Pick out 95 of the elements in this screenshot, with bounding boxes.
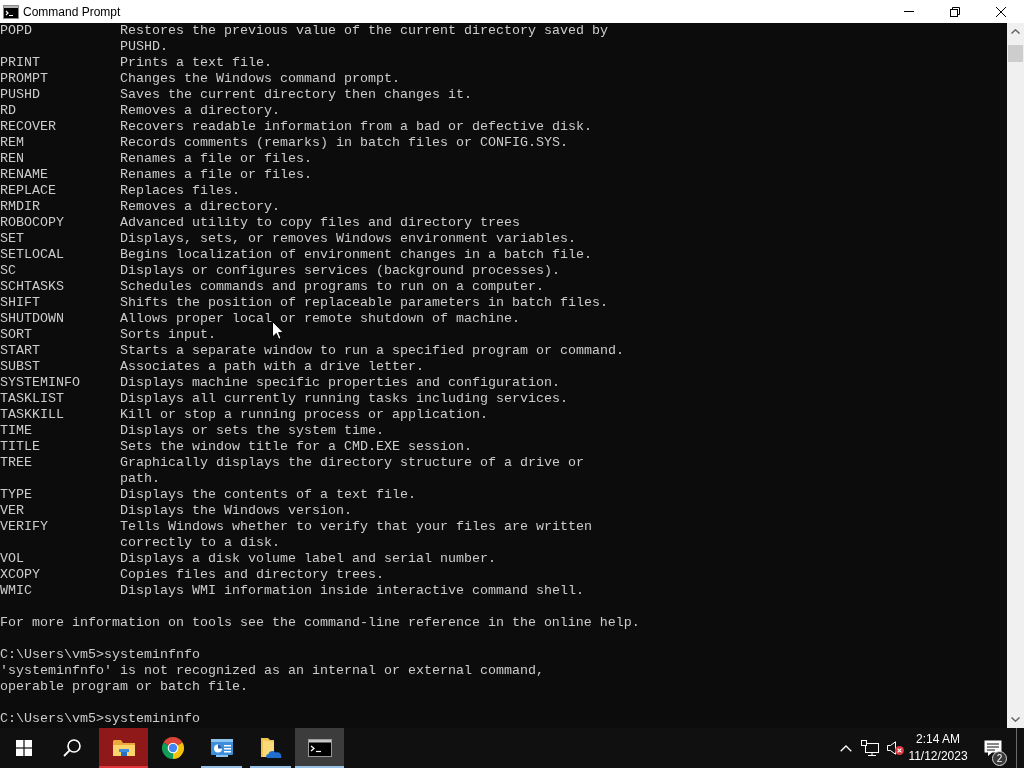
command-description: Sorts input. <box>120 327 216 343</box>
command-name: SCHTASKS <box>0 279 64 295</box>
clock-time: 2:14 AM <box>916 731 960 748</box>
command-name: SETLOCAL <box>0 247 64 263</box>
command-name: PUSHD <box>0 87 40 103</box>
window-title: Command Prompt <box>23 4 121 19</box>
command-name: TASKKILL <box>0 407 64 423</box>
command-description: Saves the current directory then changes it. <box>120 87 472 103</box>
command-name: START <box>0 343 40 359</box>
taskbar-button[interactable] <box>99 728 148 768</box>
command-description: Changes the Windows command prompt. <box>120 71 400 87</box>
notification-count: 2 <box>992 751 1007 766</box>
chevron-up-icon <box>1011 29 1020 34</box>
command-description: Kill or stop a running process or application. <box>120 407 488 423</box>
terminal-icon <box>307 739 332 757</box>
command-name: TREE <box>0 455 32 472</box>
dashboard-icon <box>210 739 233 757</box>
command-name: PRINT <box>0 55 40 71</box>
scrollbar-thumb[interactable] <box>1008 45 1023 62</box>
command-name: XCOPY <box>0 567 40 583</box>
command-description: Displays a disk volume label and serial number. <box>120 551 496 567</box>
command-input-line: C:\Users\vm5>systeminfnfo <box>0 647 200 663</box>
command-description: Sets the window title for a CMD.EXE session. <box>120 439 472 455</box>
command-name: VOL <box>0 551 24 567</box>
browser-icon <box>160 736 185 760</box>
command-name: RMDIR <box>0 199 40 215</box>
command-description: Schedules commands and programs to run on a computer. <box>120 279 544 295</box>
command-name: VER <box>0 503 24 519</box>
folder-cloud-icon <box>259 737 282 759</box>
command-name: TASKLIST <box>0 391 64 407</box>
command-input-line: C:\Users\vm5>systemininfo <box>0 711 200 727</box>
chevron-up-icon <box>840 744 852 752</box>
command-description: Removes a directory. <box>120 103 280 119</box>
chevron-down-icon <box>1011 717 1020 722</box>
command-name: WMIC <box>0 583 32 599</box>
clock-date: 11/12/2023 <box>908 748 968 765</box>
command-description: Displays machine specific properties and configuration. <box>120 375 560 391</box>
command-name: REN <box>0 151 24 167</box>
command-name: SET <box>0 231 24 247</box>
restore-icon <box>950 6 960 17</box>
command-description: Displays or sets the system time. <box>120 423 384 439</box>
command-name: TYPE <box>0 487 32 503</box>
command-description: Allows proper local or remote shutdown of machine. <box>120 311 520 327</box>
command-name: SYSTEMINFO <box>0 375 80 391</box>
network-icon <box>861 740 879 756</box>
command-description: Starts a separate window to run a specified program or command. <box>120 343 624 359</box>
taskbar-button[interactable] <box>295 728 344 768</box>
action-center-button[interactable]: 2 <box>970 728 1016 768</box>
command-description: Displays the contents of a text file. <box>120 487 416 503</box>
command-description: Copies files and directory trees. <box>120 567 384 583</box>
minimize-icon <box>904 11 914 12</box>
command-name: SHIFT <box>0 295 40 311</box>
command-name: SC <box>0 263 16 279</box>
command-description: Graphically displays the directory structure of a drive or path. <box>120 455 584 487</box>
search-icon <box>63 739 81 757</box>
help-footer-text: For more information on tools see the command-line reference in the online help. <box>0 615 640 631</box>
command-description: Displays WMI information inside interactive command shell. <box>120 583 584 599</box>
command-description: Tells Windows whether to verify that your files are written correctly to a disk. <box>120 519 592 551</box>
command-name: ROBOCOPY <box>0 215 64 231</box>
error-message: 'systeminfnfo' is not recognized as an internal or external command, operable program or batch file. <box>0 663 544 695</box>
command-name: REPLACE <box>0 183 56 199</box>
command-name: POPD <box>0 23 32 40</box>
command-name: RENAME <box>0 167 48 183</box>
command-name: VERIFY <box>0 519 48 536</box>
terminal-icon <box>3 4 19 19</box>
command-description: Recovers readable information from a bad or defective disk. <box>120 119 592 135</box>
command-name: PROMPT <box>0 71 48 87</box>
command-name: REM <box>0 135 24 151</box>
mouse-pointer-icon <box>272 321 284 340</box>
command-description: Records comments (remarks) in batch files or CONFIG.SYS. <box>120 135 568 151</box>
command-description: Begins localization of environment changes in a batch file. <box>120 247 592 263</box>
command-description: Shifts the position of replaceable parameters in batch files. <box>120 295 608 311</box>
command-description: Displays, sets, or removes Windows environment variables. <box>120 231 576 247</box>
command-name: RD <box>0 103 16 119</box>
command-description: Renames a file or files. <box>120 167 312 183</box>
command-name: RECOVER <box>0 119 56 135</box>
command-description: Prints a text file. <box>120 55 272 71</box>
command-description: Associates a path with a drive letter. <box>120 359 424 375</box>
command-description: Advanced utility to copy files and directory trees <box>120 215 520 231</box>
command-description: Displays or configures services (background processes). <box>120 263 560 279</box>
command-name: TITLE <box>0 439 40 455</box>
command-description: Restores the previous value of the current directory saved by PUSHD. <box>120 23 608 55</box>
command-description: Displays the Windows version. <box>120 503 352 519</box>
command-description: Replaces files. <box>120 183 240 199</box>
command-name: SORT <box>0 327 32 343</box>
command-name: TIME <box>0 423 32 439</box>
command-description: Renames a file or files. <box>120 151 312 167</box>
speaker-icon <box>887 741 896 755</box>
command-name: SUBST <box>0 359 40 375</box>
folder-icon <box>112 739 135 757</box>
command-description: Removes a directory. <box>120 199 280 215</box>
start-icon <box>16 740 32 756</box>
command-name: SHUTDOWN <box>0 311 64 327</box>
close-icon <box>996 6 1006 17</box>
command-description: Displays all currently running tasks including services. <box>120 391 568 407</box>
